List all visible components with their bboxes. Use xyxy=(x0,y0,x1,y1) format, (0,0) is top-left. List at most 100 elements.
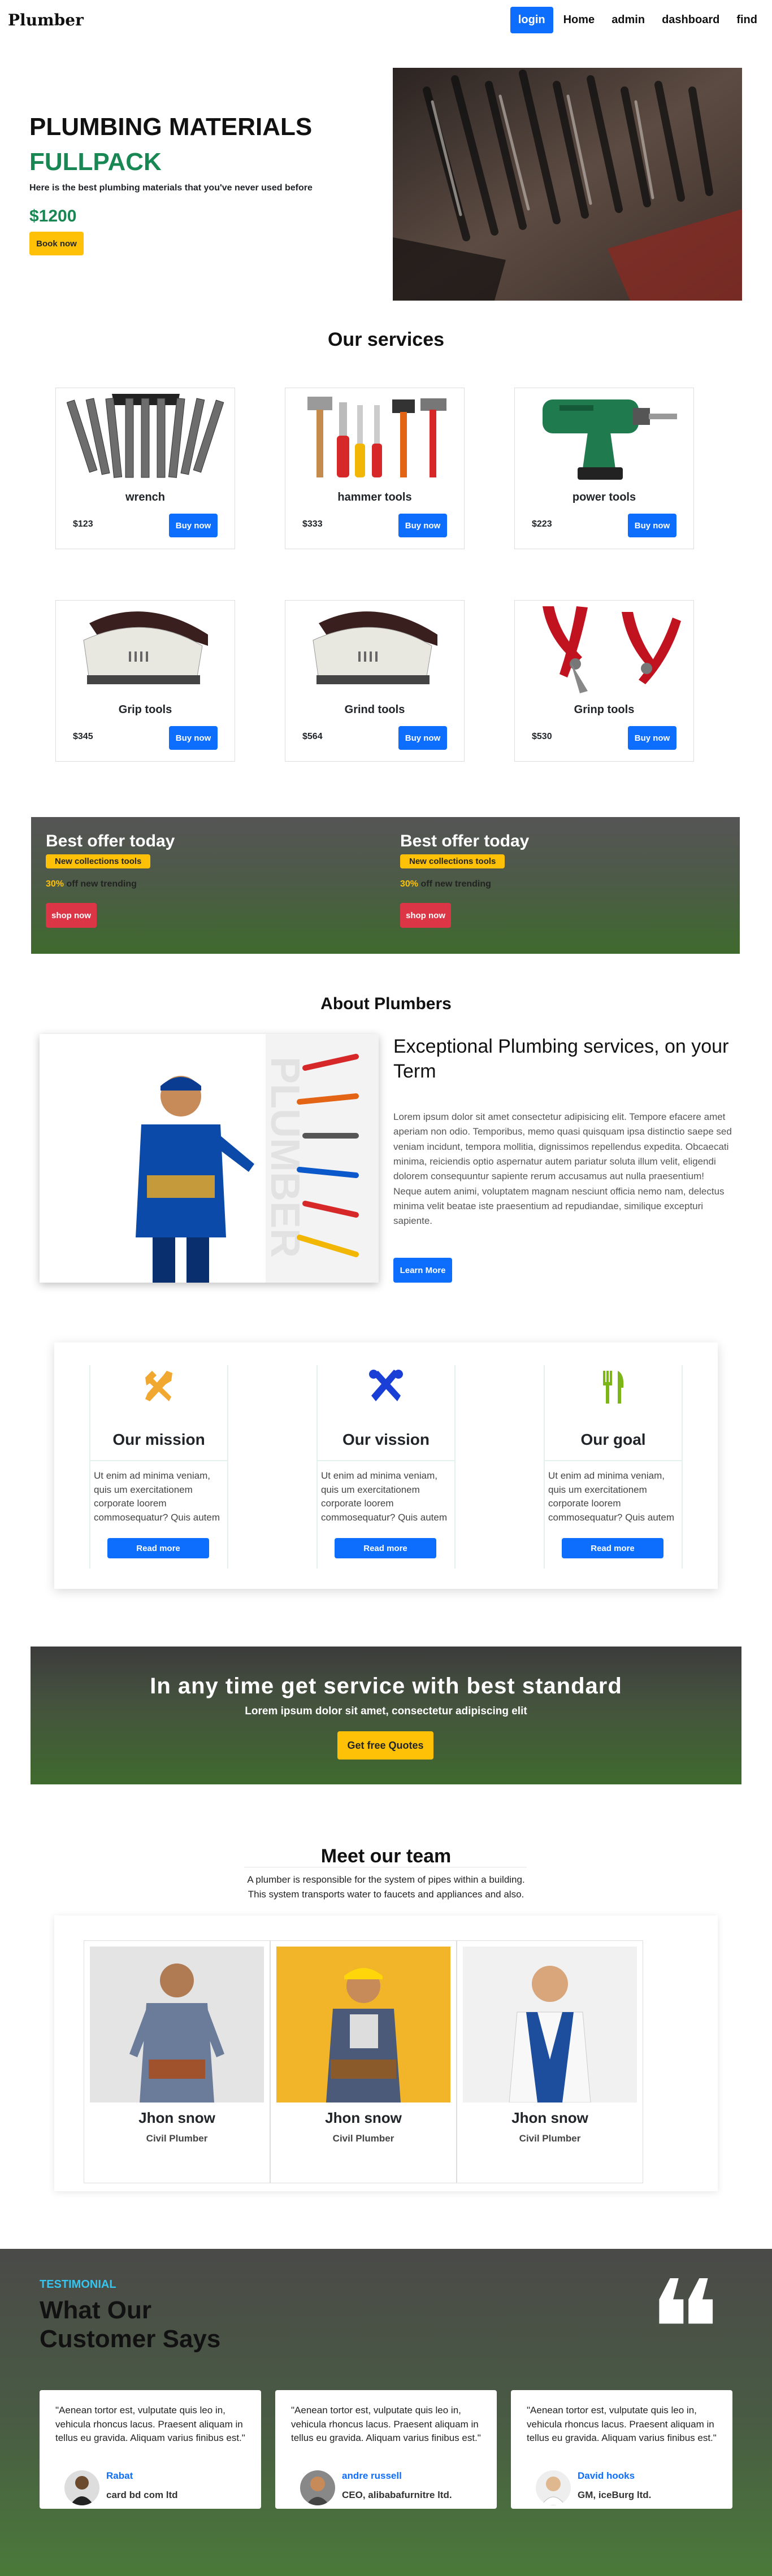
hero-title: PLUMBING MATERIALS xyxy=(29,113,313,141)
service-name: Grip tools xyxy=(118,703,172,716)
service-card: Grinp tools $530 Buy now xyxy=(514,600,694,762)
team-title: Meet our team xyxy=(320,1845,452,1867)
service-card: wrench $123 Buy now xyxy=(55,388,235,549)
offer-banner: Best offer today New collections tools 3… xyxy=(31,817,385,954)
service-card: hammer tools $333 Buy now xyxy=(285,388,465,549)
service-card: power tools $223 Buy now xyxy=(514,388,694,549)
goal-text: Ut enim ad minima veniam, quis um exerci… xyxy=(548,1470,674,1523)
mission-divider xyxy=(90,1460,227,1461)
learn-more-button[interactable]: Learn More xyxy=(393,1258,452,1283)
customer-name[interactable]: David hooks xyxy=(578,2470,635,2482)
team-section: Jhon snow Civil Plumber Jhon snow Civil … xyxy=(54,1915,718,2191)
plumber-about-image: PLUMBER xyxy=(40,1034,379,1283)
offer-badge: New collections tools xyxy=(46,854,151,868)
offer-discount: 30% off new trending xyxy=(46,879,137,889)
customer-avatar xyxy=(536,2470,571,2505)
team-member-name: Jhon snow xyxy=(511,2109,588,2126)
nav-find-link[interactable]: find xyxy=(730,7,764,33)
testimonial-quote: "Aenean tortor est, vulputate quis leo i… xyxy=(291,2405,481,2444)
service-name: hammer tools xyxy=(337,491,412,503)
read-more-button[interactable]: Read more xyxy=(562,1538,663,1558)
nav-dashboard-link[interactable]: dashboard xyxy=(655,7,726,33)
customer-name[interactable]: Rabat xyxy=(106,2470,133,2482)
hero-description: Here is the best plumbing materials that… xyxy=(29,183,313,193)
goal-column: Our goal Ut enim ad minima veniam, quis … xyxy=(544,1365,683,1569)
team-description: A plumber is responsible for the system … xyxy=(247,1874,525,1900)
power-drill-icon xyxy=(524,388,686,484)
about-paragraph: Lorem ipsum dolor sit amet consectetur a… xyxy=(393,1111,732,1227)
team-member-card: Jhon snow Civil Plumber xyxy=(84,1940,270,2183)
brand-logo[interactable]: Plumber xyxy=(8,11,84,29)
nav-links: login Home admin dashboard find xyxy=(510,6,764,33)
testimonial-quote: "Aenean tortor est, vulputate quis leo i… xyxy=(527,2405,717,2444)
customer-company: CEO, alibabafurnitre ltd. xyxy=(342,2490,452,2500)
read-more-button[interactable]: Read more xyxy=(335,1538,436,1558)
hero-tools-image xyxy=(393,68,742,301)
shop-now-button[interactable]: shop now xyxy=(400,903,451,928)
testimonial-heading: What Our Customer Says xyxy=(40,2296,221,2353)
customer-avatar xyxy=(64,2470,99,2505)
team-member-role: Civil Plumber xyxy=(332,2133,394,2144)
buy-now-button[interactable]: Buy now xyxy=(169,726,218,750)
team-member-card: Jhon snow Civil Plumber xyxy=(457,1940,643,2183)
service-price: $530 xyxy=(532,732,552,741)
hero-subtitle: FULLPACK xyxy=(29,148,162,176)
tools-icon xyxy=(90,1369,227,1413)
offer-title: Best offer today xyxy=(400,832,530,850)
book-now-button[interactable]: Book now xyxy=(29,232,84,255)
hero-price: $1200 xyxy=(29,207,77,225)
mission-text: Ut enim ad minima veniam, quis um exerci… xyxy=(94,1470,220,1523)
buy-now-button[interactable]: Buy now xyxy=(169,514,218,537)
service-price: $333 xyxy=(302,519,323,529)
about-heading: Exceptional Plumbing services, on your T… xyxy=(393,1036,729,1083)
offer-badge: New collections tools xyxy=(400,854,505,868)
buy-now-button[interactable]: Buy now xyxy=(628,726,676,750)
banner-subtext: Lorem ipsum dolor sit amet, consectetur … xyxy=(245,1705,527,1717)
nav-admin-link[interactable]: admin xyxy=(605,7,652,33)
wrench-set-icon xyxy=(65,388,227,484)
mission-title: Our mission xyxy=(112,1431,205,1448)
customer-company: card bd com ltd xyxy=(106,2490,178,2500)
goal-title: Our goal xyxy=(580,1431,646,1448)
team-member-name: Jhon snow xyxy=(138,2109,215,2126)
get-free-quotes-button[interactable]: Get free Quotes xyxy=(337,1731,433,1760)
plumber-watermark-text: PLUMBER xyxy=(262,1057,307,1258)
service-card: Grind tools $564 Buy now xyxy=(285,600,465,762)
team-member-name: Jhon snow xyxy=(325,2109,402,2126)
buy-now-button[interactable]: Buy now xyxy=(398,514,447,537)
team-member-photo xyxy=(463,1947,637,2103)
sander-icon xyxy=(294,601,456,697)
team-member-photo xyxy=(90,1947,264,2102)
service-banner: In any time get service with best standa… xyxy=(31,1647,741,1784)
testimonial-label: TESTIMONIAL xyxy=(40,2278,116,2291)
testimonial-card: "Aenean tortor est, vulputate quis leo i… xyxy=(40,2390,261,2509)
crossed-tools-icon xyxy=(318,1369,454,1413)
service-name: wrench xyxy=(125,491,166,503)
fork-knife-icon xyxy=(545,1369,682,1413)
mission-column: Our mission Ut enim ad minima veniam, qu… xyxy=(89,1365,228,1569)
testimonial-quote: "Aenean tortor est, vulputate quis leo i… xyxy=(55,2405,245,2444)
offer-banner: Best offer today New collections tools 3… xyxy=(385,817,740,954)
read-more-button[interactable]: Read more xyxy=(107,1538,209,1558)
goal-divider xyxy=(545,1460,682,1461)
testimonial-section: TESTIMONIAL What Our Customer Says ❝ "Ae… xyxy=(0,2249,772,2576)
quote-icon: ❝ xyxy=(648,2251,721,2409)
pliers-icon xyxy=(524,601,686,697)
nav-login-button[interactable]: login xyxy=(510,6,553,33)
nav-home-link[interactable]: Home xyxy=(557,7,602,33)
customer-name[interactable]: andre russell xyxy=(342,2470,402,2482)
service-name: Grind tools xyxy=(344,703,405,716)
service-price: $564 xyxy=(302,732,323,741)
shop-now-button[interactable]: shop now xyxy=(46,903,97,928)
vision-text: Ut enim ad minima veniam, quis um exerci… xyxy=(321,1470,447,1523)
customer-company: GM, iceBurg ltd. xyxy=(578,2490,652,2500)
vision-divider xyxy=(318,1460,454,1461)
buy-now-button[interactable]: Buy now xyxy=(398,726,447,750)
service-price: $223 xyxy=(532,519,552,529)
buy-now-button[interactable]: Buy now xyxy=(628,514,676,537)
team-member-photo xyxy=(276,1947,450,2102)
service-price: $345 xyxy=(73,732,93,741)
service-name: power tools xyxy=(572,491,636,503)
about-title: About Plumbers xyxy=(320,994,452,1013)
team-member-role: Civil Plumber xyxy=(146,2133,208,2144)
